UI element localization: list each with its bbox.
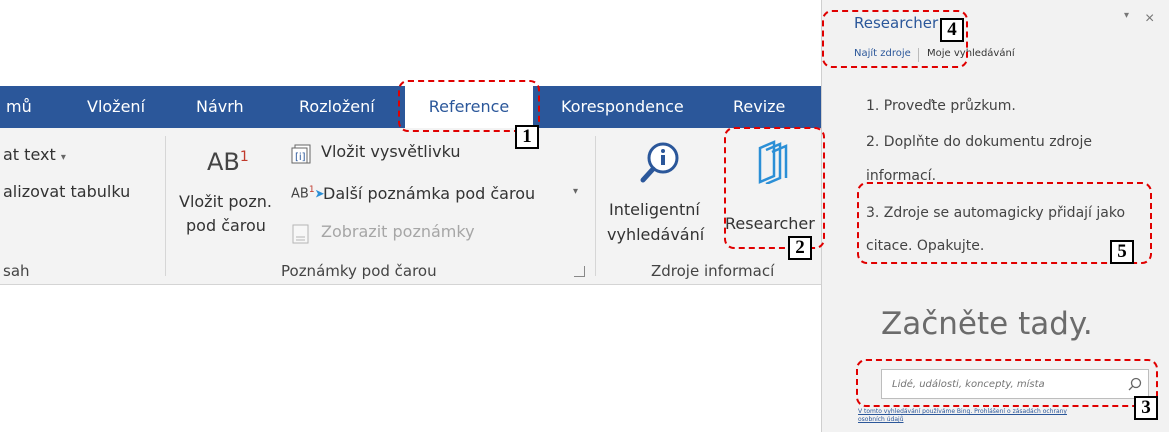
add-text-label: at text xyxy=(3,145,56,164)
smart-lookup-label-1: Inteligentní xyxy=(609,200,700,219)
tab-layout[interactable]: Rozložení xyxy=(299,86,375,128)
tab-mailings[interactable]: Korespondence xyxy=(561,86,684,128)
group-divider xyxy=(165,136,166,276)
pane-options-icon[interactable]: ▾ xyxy=(1124,10,1129,21)
annotation-number-5: 5 xyxy=(1110,240,1134,264)
toc-group-label: sah xyxy=(3,262,30,280)
annotation-box-5 xyxy=(857,182,1152,264)
endnote-icon: [i] xyxy=(291,144,311,164)
group-divider xyxy=(595,136,596,276)
step-text: 1. Proveďte průzkum. xyxy=(866,98,1016,114)
next-footnote-icon: AB1➤ xyxy=(291,185,325,202)
privacy-note: V tomto vyhledávání používáme Bing. Proh… xyxy=(858,408,1158,424)
insert-endnote-label: Vložit vysvětlivku xyxy=(321,142,461,161)
research-group-label: Zdroje informací xyxy=(651,262,775,280)
annotation-number-4: 4 xyxy=(940,18,964,42)
show-notes-icon xyxy=(292,224,309,244)
footnote-ab-icon: AB1 xyxy=(207,148,249,176)
tab-partial[interactable]: mů xyxy=(6,86,32,128)
annotation-number-2: 2 xyxy=(788,236,812,260)
privacy-link[interactable]: osobních údajů xyxy=(858,416,1158,424)
next-footnote-button[interactable]: AB1➤ Další poznámka pod čarou ▾ xyxy=(291,184,591,210)
footnotes-group-label: Poznámky pod čarou xyxy=(281,262,437,280)
annotation-box-3 xyxy=(856,359,1158,407)
tab-review[interactable]: Revize xyxy=(733,86,785,128)
tab-insert[interactable]: Vložení xyxy=(87,86,145,128)
smart-lookup-label-2: vyhledávání xyxy=(607,225,705,244)
annotation-number-3: 3 xyxy=(1134,396,1158,420)
next-footnote-label: Další poznámka pod čarou xyxy=(323,184,536,203)
insert-footnote-button[interactable]: AB1 Vložit pozn. pod čarou xyxy=(172,136,272,256)
dialog-launcher-icon[interactable] xyxy=(574,266,585,277)
dropdown-arrow-icon: ▾ xyxy=(60,152,66,163)
dropdown-arrow-icon: ▾ xyxy=(573,186,579,197)
start-heading: Začněte tady. xyxy=(881,306,1093,342)
smart-lookup-button[interactable]: Inteligentní vyhledávání xyxy=(604,136,716,256)
annotation-box-2 xyxy=(724,127,825,249)
show-notes-label: Zobrazit poznámky xyxy=(321,222,475,241)
tab-design[interactable]: Návrh xyxy=(196,86,244,128)
insert-footnote-label-1: Vložit pozn. xyxy=(179,192,272,211)
insert-footnote-label-2: pod čarou xyxy=(186,216,266,235)
add-text-button[interactable]: at text ▾ xyxy=(3,145,66,164)
update-table-button[interactable]: alizovat tabulku xyxy=(3,182,130,201)
pane-close-icon[interactable]: × xyxy=(1145,10,1154,28)
privacy-text: V tomto vyhledávání používáme Bing. Proh… xyxy=(858,408,1067,415)
smart-lookup-icon xyxy=(640,142,679,183)
annotation-number-1: 1 xyxy=(515,125,539,149)
ribbon-panel: at text ▾ alizovat tabulku sah AB1 Vloži… xyxy=(0,128,822,285)
step-text: 2. Doplňte do dokumentu zdroje xyxy=(866,134,1092,150)
svg-text:[i]: [i] xyxy=(295,152,306,163)
